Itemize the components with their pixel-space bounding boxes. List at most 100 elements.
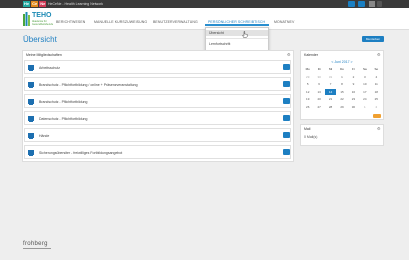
- calendar-weekday: Di: [317, 67, 321, 71]
- course-icon: [28, 65, 34, 71]
- calendar-month-nav[interactable]: < Juni 2017 >: [302, 60, 382, 64]
- calendar-weekday: So: [374, 67, 379, 71]
- brand-letter-he: He: [23, 1, 31, 7]
- calendar-day[interactable]: 6: [313, 81, 324, 87]
- course-icon: [28, 99, 34, 105]
- calendar-weekday: Mo: [305, 67, 310, 71]
- course-expand-button[interactable]: [283, 149, 290, 155]
- list-item[interactable]: Arbeitsschutz: [24, 60, 291, 74]
- calendar-day[interactable]: 27: [313, 104, 324, 110]
- nav-item-more[interactable]: MONATNEV: [274, 20, 294, 24]
- user-menu-chevron-icon[interactable]: [377, 1, 382, 7]
- gear-icon[interactable]: ⚙: [377, 127, 381, 131]
- avatar[interactable]: [369, 1, 375, 7]
- course-title[interactable]: Brandschutz - Pflichtfortbildung: [39, 100, 87, 104]
- footer-underline: [23, 248, 51, 249]
- calendar-weekday: Sa: [363, 67, 367, 71]
- nav-item-user-admin[interactable]: BENUTZERVERWALTUNG: [153, 20, 198, 24]
- brand-letter-ce: Ce: [31, 1, 39, 7]
- calendar-day[interactable]: 9: [348, 81, 359, 87]
- calendar-day[interactable]: 2: [348, 74, 359, 80]
- page-menu-button[interactable]: Menüoben: [362, 36, 384, 42]
- apps-grid-icon[interactable]: [348, 1, 355, 7]
- logo-subtitle: Akademie für Gesundheitsberufe: [32, 20, 54, 26]
- calendar-day[interactable]: 22: [336, 96, 347, 102]
- list-item[interactable]: Brandschutz - Pflichtfortbildung / onlin…: [24, 77, 291, 91]
- list-item[interactable]: Datenschutz - Pflichtfortbildung: [24, 111, 291, 125]
- calendar-day[interactable]: 23: [348, 96, 359, 102]
- course-title[interactable]: Datenschutz - Pflichtfortbildung: [39, 117, 87, 121]
- dropdown-item-overview[interactable]: Übersicht: [209, 31, 224, 35]
- course-icon: [28, 150, 34, 156]
- course-expand-button[interactable]: [283, 64, 290, 70]
- course-expand-button[interactable]: [283, 81, 290, 87]
- mail-title: Mail: [304, 127, 311, 131]
- list-item[interactable]: Hände: [24, 128, 291, 142]
- mail-count: 0 Mail(s): [304, 135, 318, 139]
- course-title[interactable]: Arbeitsschutz: [39, 66, 60, 70]
- calendar-day[interactable]: 12: [302, 89, 313, 95]
- calendar-day[interactable]: 19: [302, 96, 313, 102]
- calendar-day[interactable]: 26: [302, 104, 313, 110]
- calendar-weekday: Do: [340, 67, 344, 71]
- nav-item-course-assignment[interactable]: MANUELLE KURSZUWEISUNG: [94, 20, 147, 24]
- calendar-day[interactable]: 30: [313, 74, 324, 80]
- calendar-day[interactable]: 18: [371, 89, 382, 95]
- calendar-day[interactable]: 1: [336, 74, 347, 80]
- calendar-day[interactable]: 25: [371, 96, 382, 102]
- page-title: Übersicht: [23, 35, 57, 44]
- memberships-title: Meine Mitgliedschaften: [26, 53, 62, 57]
- calendar-day[interactable]: 5: [302, 81, 313, 87]
- course-title[interactable]: Brandschutz - Pflichtfortbildung / onlin…: [39, 83, 138, 87]
- network-brand[interactable]: He Ce Ne: [23, 1, 47, 7]
- nav-item-reports[interactable]: BERICHTWESEN: [56, 20, 85, 24]
- course-icon: [28, 82, 34, 88]
- course-icon: [28, 116, 34, 122]
- course-title[interactable]: Hände: [39, 134, 49, 138]
- course-expand-button[interactable]: [283, 98, 290, 104]
- calendar-day[interactable]: 24: [359, 96, 370, 102]
- footer-brand[interactable]: frohberg: [23, 240, 48, 248]
- site-logo[interactable]: TEHO Akademie für Gesundheitsberufe: [23, 12, 53, 28]
- logo-mark-icon: [23, 12, 30, 26]
- notifications-icon[interactable]: [358, 1, 365, 7]
- calendar-day[interactable]: 11: [371, 81, 382, 87]
- calendar-weekday: Mi: [328, 67, 333, 71]
- calendar-day[interactable]: 29: [336, 104, 347, 110]
- calendar-day[interactable]: 29: [302, 74, 313, 80]
- gear-icon[interactable]: ⚙: [377, 53, 381, 57]
- calendar-day[interactable]: 21: [325, 96, 336, 102]
- calendar-go-button[interactable]: [373, 114, 381, 118]
- calendar-weekday: Fr: [352, 67, 355, 71]
- calendar-day[interactable]: 30: [348, 104, 359, 110]
- dropdown-item-progress[interactable]: Lernfortschritt: [209, 42, 230, 46]
- calendar-day[interactable]: 3: [359, 74, 370, 80]
- calendar-title: Kalender: [304, 53, 319, 57]
- course-expand-button[interactable]: [283, 115, 290, 121]
- network-title: HeCeNe - Health Learning Network: [48, 2, 104, 6]
- calendar-day[interactable]: 14: [324, 88, 337, 95]
- calendar-day[interactable]: 17: [359, 89, 370, 95]
- calendar-day[interactable]: 13: [313, 89, 324, 95]
- mail-panel: Mail ⚙ 0 Mail(s): [300, 124, 384, 146]
- calendar-day[interactable]: 28: [325, 104, 336, 110]
- gear-icon[interactable]: ⚙: [287, 53, 291, 57]
- list-item[interactable]: Brandschutz - Pflichtfortbildung: [24, 94, 291, 108]
- calendar-day[interactable]: 4: [371, 74, 382, 80]
- course-expand-button[interactable]: [283, 132, 290, 138]
- calendar-day[interactable]: 8: [336, 81, 347, 87]
- nav-item-personal-desk[interactable]: PERSÖNLICHER SCHREIBTISCH: [208, 20, 265, 24]
- calendar-day[interactable]: 16: [348, 89, 359, 95]
- calendar-day[interactable]: 20: [313, 96, 324, 102]
- calendar-day[interactable]: 1: [359, 104, 370, 110]
- logo-title: TEHO: [32, 12, 52, 19]
- calendar-grid: Mo Di Mi Do Fr Sa So 29 30 31 1 2 3 4 5 6 7 8 9 10 11 12 13 14 1…: [302, 66, 382, 110]
- course-title[interactable]: Sicherungsübersiter - freiwilliges Fortb…: [39, 151, 122, 155]
- calendar-day[interactable]: 10: [359, 81, 370, 87]
- calendar-day[interactable]: 7: [325, 81, 336, 87]
- calendar-day[interactable]: 2: [371, 104, 382, 110]
- calendar-day[interactable]: 31: [325, 74, 336, 80]
- list-item[interactable]: Sicherungsübersiter - freiwilliges Fortb…: [24, 145, 291, 159]
- hand-cursor-icon: [242, 31, 248, 38]
- calendar-day[interactable]: 15: [336, 89, 347, 95]
